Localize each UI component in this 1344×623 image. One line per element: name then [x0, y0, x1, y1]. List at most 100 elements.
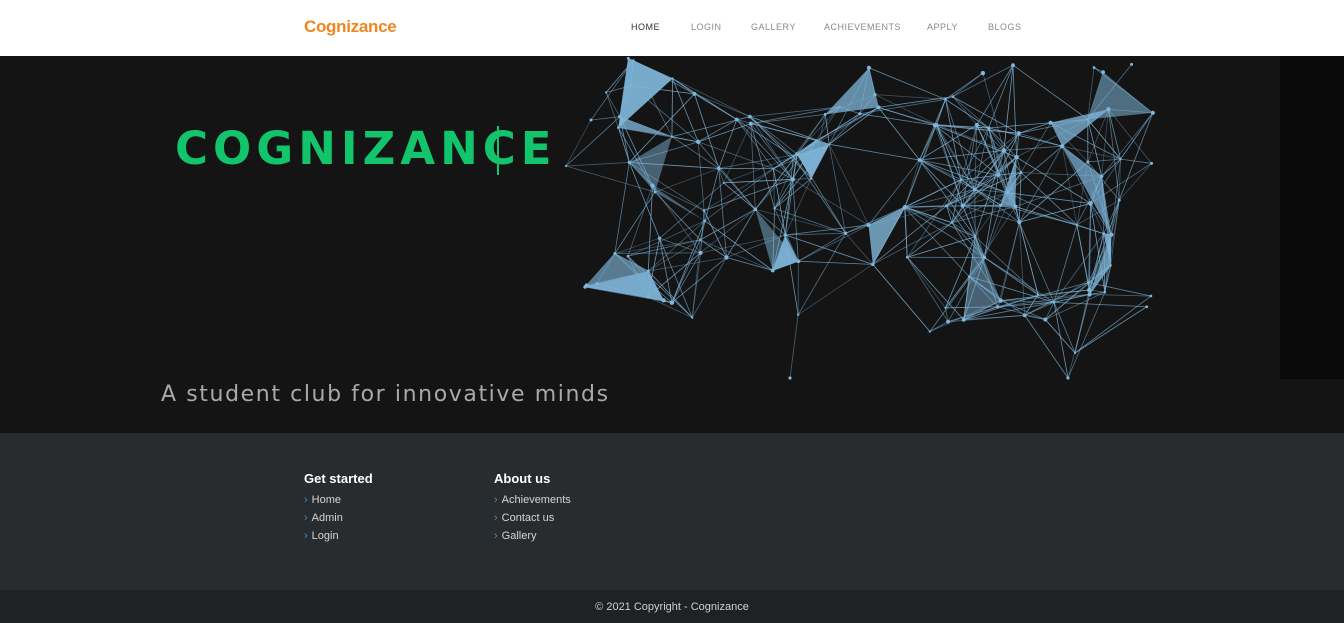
- network-node: [815, 139, 818, 142]
- network-node: [646, 269, 650, 273]
- network-node: [838, 105, 841, 109]
- network-node: [670, 135, 674, 138]
- network-edge: [1018, 172, 1022, 223]
- network-edge: [1088, 282, 1151, 297]
- network-node: [698, 250, 703, 255]
- network-node: [1109, 264, 1112, 267]
- network-node: [747, 114, 752, 119]
- nav-blogs-link[interactable]: BLOGS: [988, 22, 1022, 32]
- network-edge: [700, 209, 756, 254]
- network-edge: [1120, 158, 1152, 164]
- network-edge: [945, 306, 998, 309]
- network-node: [626, 254, 630, 258]
- network-edge: [872, 264, 931, 332]
- nav-home-link[interactable]: HOME: [631, 22, 660, 32]
- footer-link-label: Home: [311, 494, 342, 506]
- network-edge: [828, 107, 879, 145]
- network-node: [753, 207, 758, 212]
- nav-gallery-link[interactable]: GALLERY: [751, 22, 796, 32]
- footer-link-label: Contact us: [501, 512, 555, 524]
- network-node: [828, 143, 831, 146]
- network-edge: [952, 96, 989, 129]
- network-edge: [1103, 233, 1106, 293]
- footer-link-login[interactable]: › Login: [304, 527, 373, 545]
- network-node: [1106, 107, 1111, 112]
- network-edge: [904, 159, 920, 207]
- network-node: [773, 207, 776, 210]
- top-navbar: Cognizance HOME LOGIN GALLERY ACHIEVEMEN…: [0, 0, 1344, 56]
- network-edge: [1074, 306, 1147, 354]
- network-edge: [946, 205, 953, 223]
- network-node: [1117, 198, 1121, 202]
- network-node: [1086, 118, 1089, 121]
- network-edge: [1120, 112, 1154, 160]
- network-node: [1011, 63, 1015, 68]
- network-edge: [797, 264, 874, 316]
- network-node: [996, 305, 1000, 309]
- network-node: [1109, 232, 1114, 237]
- footer-link-admin[interactable]: › Admin: [304, 509, 373, 527]
- network-edge: [647, 252, 701, 298]
- network-edge: [1018, 145, 1063, 223]
- chevron-right-icon: ›: [304, 494, 308, 506]
- network-edge: [671, 239, 701, 303]
- chevron-right-icon: ›: [494, 530, 498, 542]
- hero-section: COGNIZANCE A student club for innovative…: [0, 56, 1344, 433]
- footer-link-contact-us[interactable]: › Contact us: [494, 509, 571, 527]
- footer-column-get-started: Get started › Home › Admin › Login: [304, 471, 373, 545]
- network-node: [903, 205, 907, 209]
- network-node: [796, 313, 800, 316]
- network-node: [1052, 300, 1056, 304]
- network-edge: [565, 162, 630, 167]
- network-edge: [659, 182, 724, 239]
- network-node: [790, 177, 795, 182]
- network-edge: [672, 78, 699, 143]
- network-node: [1150, 161, 1154, 165]
- network-node: [669, 300, 675, 305]
- network-edge: [1000, 300, 1055, 303]
- network-node: [627, 160, 632, 165]
- network-node: [699, 238, 702, 241]
- network-node: [1066, 376, 1070, 380]
- footer-link-home[interactable]: › Home: [304, 491, 373, 509]
- network-node: [604, 91, 608, 94]
- chevron-right-icon: ›: [494, 512, 498, 524]
- network-node: [998, 298, 1003, 303]
- network-node: [917, 158, 922, 162]
- nav-apply-link[interactable]: APPLY: [927, 22, 958, 32]
- network-node: [646, 295, 650, 299]
- network-node: [973, 235, 977, 239]
- typing-cursor: [497, 126, 499, 175]
- network-edge: [648, 220, 706, 272]
- network-node: [934, 123, 939, 127]
- network-node: [1086, 160, 1090, 164]
- network-edge: [726, 257, 773, 271]
- footer-link-achievements[interactable]: › Achievements: [494, 491, 571, 509]
- network-node: [1073, 351, 1077, 355]
- network-edge: [750, 123, 794, 180]
- network-node: [959, 178, 963, 181]
- brand-logo-link[interactable]: Cognizance: [304, 17, 397, 37]
- network-node: [980, 70, 986, 76]
- network-node: [653, 190, 657, 194]
- network-node: [944, 97, 947, 101]
- network-node: [589, 118, 593, 122]
- network-node: [1119, 157, 1122, 161]
- network-edge: [952, 96, 978, 126]
- nav-achievements-link[interactable]: ACHIEVEMENTS: [824, 22, 901, 32]
- network-node: [823, 112, 827, 116]
- network-node: [692, 91, 697, 96]
- network-node: [617, 126, 620, 130]
- network-edge: [789, 314, 799, 379]
- network-node: [788, 376, 792, 380]
- network-node: [650, 183, 655, 188]
- network-node: [1086, 281, 1090, 284]
- network-node: [584, 283, 589, 288]
- nav-login-link[interactable]: LOGIN: [691, 22, 722, 32]
- network-edge: [829, 143, 920, 161]
- network-node: [974, 122, 979, 127]
- network-edge: [1074, 295, 1152, 354]
- network-edge: [659, 238, 693, 318]
- footer-link-gallery[interactable]: › Gallery: [494, 527, 571, 545]
- chevron-right-icon: ›: [494, 494, 498, 506]
